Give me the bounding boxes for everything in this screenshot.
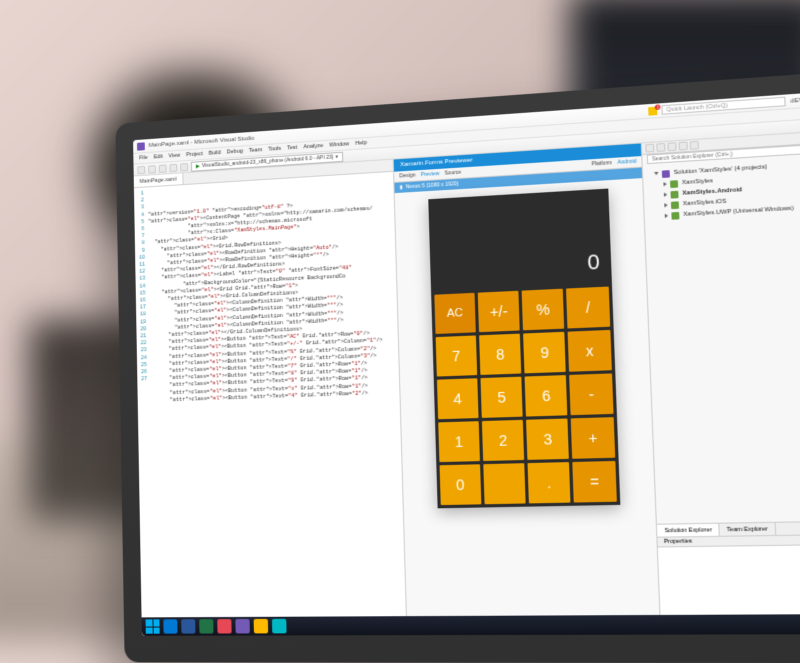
calc-key-+/-[interactable]: +/- — [478, 291, 520, 332]
project-icon — [672, 211, 680, 219]
previewer-tab-source[interactable]: Source — [444, 170, 461, 177]
show-all-button[interactable] — [679, 141, 688, 150]
tab-solution-explorer[interactable]: Solution Explorer — [657, 524, 720, 537]
solution-icon — [662, 170, 670, 178]
taskbar-app-icon[interactable] — [199, 619, 213, 633]
calc-key-3[interactable]: 3 — [526, 418, 569, 459]
menu-test[interactable]: Test — [287, 145, 297, 152]
workspace: MainPage.xaml 12345678910111213141516171… — [134, 129, 800, 636]
notification-flag-icon[interactable] — [648, 106, 657, 115]
project-icon — [671, 201, 679, 209]
calc-key-1[interactable]: 1 — [438, 421, 480, 462]
home-button[interactable] — [646, 144, 655, 153]
expand-icon — [665, 203, 669, 207]
platform-dropdown[interactable]: Android — [617, 158, 636, 165]
save-button[interactable] — [159, 164, 167, 172]
taskbar-app-icon[interactable] — [235, 619, 249, 634]
solution-tree: Solution 'XamStyles' (4 projects) XamSty… — [643, 153, 800, 524]
taskbar-app-icon[interactable] — [254, 619, 269, 634]
properties-button[interactable] — [690, 141, 699, 150]
expand-icon — [664, 192, 668, 196]
previewer-tab-preview[interactable]: Preview — [421, 171, 440, 178]
save-all-button[interactable] — [169, 163, 177, 171]
menu-tools[interactable]: Tools — [268, 146, 281, 153]
tab-team-explorer[interactable]: Team Explorer — [720, 523, 776, 536]
calc-key-4[interactable]: 4 — [437, 378, 479, 419]
calc-key-AC[interactable]: AC — [434, 293, 476, 334]
menu-window[interactable]: Window — [329, 141, 349, 148]
calculator-app: 0 AC+/-%/ 789x 456- 123+0.= — [428, 189, 620, 509]
menu-build[interactable]: Build — [209, 150, 221, 157]
calc-key-6[interactable]: 6 — [525, 375, 568, 417]
menu-view[interactable]: View — [169, 153, 181, 160]
expand-icon — [664, 182, 668, 186]
collapse-button[interactable] — [668, 142, 677, 151]
calc-key-5[interactable]: 5 — [480, 377, 522, 418]
play-icon — [196, 164, 200, 168]
solution-explorer-pane: Solution 'XamStyles' (4 projects) XamSty… — [642, 129, 800, 634]
code-editor-pane: MainPage.xaml 12345678910111213141516171… — [134, 160, 408, 636]
calc-key-x[interactable]: x — [568, 330, 612, 372]
laptop: MainPage.xaml - Microsoft Visual Studio … — [115, 69, 800, 663]
expand-icon — [665, 214, 669, 218]
visual-studio-icon — [137, 142, 145, 150]
menu-debug[interactable]: Debug — [227, 148, 243, 155]
project-icon — [671, 190, 679, 198]
chevron-down-icon: ▾ — [335, 154, 338, 160]
calc-key-9[interactable]: 9 — [523, 332, 566, 374]
back-button[interactable] — [137, 165, 145, 173]
calc-key-blank[interactable] — [483, 463, 526, 504]
calc-key-2[interactable]: 2 — [482, 420, 525, 461]
account-name[interactable]: dEVEgnostico Eyma — [790, 94, 800, 105]
properties-title: Properties — [658, 535, 800, 548]
refresh-button[interactable] — [657, 143, 666, 152]
menu-edit[interactable]: Edit — [154, 154, 163, 161]
windows-taskbar — [142, 614, 800, 636]
calc-key-8[interactable]: 8 — [479, 334, 521, 375]
menu-project[interactable]: Project — [186, 151, 203, 158]
calc-key-=[interactable]: = — [573, 461, 617, 503]
project-icon — [671, 180, 679, 188]
calc-key-%[interactable]: % — [522, 289, 565, 331]
expand-icon — [655, 171, 660, 177]
forward-button[interactable] — [148, 165, 156, 173]
menu-analyze[interactable]: Analyze — [303, 143, 323, 150]
previewer-tab-design[interactable]: Design — [399, 172, 415, 179]
code-editor[interactable]: 1234567891011121314151617181920212223242… — [134, 172, 406, 636]
taskbar-app-icon[interactable] — [181, 619, 195, 633]
menu-team[interactable]: Team — [249, 147, 263, 154]
calc-key-.[interactable]: . — [528, 462, 571, 503]
laptop-screen: MainPage.xaml - Microsoft Visual Studio … — [133, 89, 800, 635]
taskbar-app-icon[interactable] — [272, 619, 287, 634]
undo-button[interactable] — [180, 163, 188, 171]
calc-key-+[interactable]: + — [571, 417, 615, 459]
taskbar-app-icon[interactable] — [163, 619, 177, 633]
previewer-pane: Xamarin.Forms Previewer Design Preview S… — [394, 143, 662, 635]
platform-label: Platform — [591, 160, 612, 168]
calculator-display: 0 — [428, 189, 612, 292]
menu-help[interactable]: Help — [355, 140, 367, 147]
calculator-keypad: AC+/-%/ 789x 456- 123+0.= — [431, 283, 620, 508]
taskbar-app-icon[interactable] — [217, 619, 231, 633]
calc-key-7[interactable]: 7 — [435, 335, 477, 376]
calc-key-/[interactable]: / — [566, 287, 609, 329]
start-button[interactable] — [146, 619, 160, 633]
calc-key-0[interactable]: 0 — [439, 464, 481, 505]
menu-file[interactable]: File — [139, 155, 148, 161]
laptop-bezel: MainPage.xaml - Microsoft Visual Studio … — [115, 69, 800, 663]
calc-key--[interactable]: - — [570, 373, 614, 415]
device-preview-frame: 0 AC+/-%/ 789x 456- 123+0.= — [395, 178, 661, 635]
phone-icon: ▮ — [399, 182, 402, 192]
